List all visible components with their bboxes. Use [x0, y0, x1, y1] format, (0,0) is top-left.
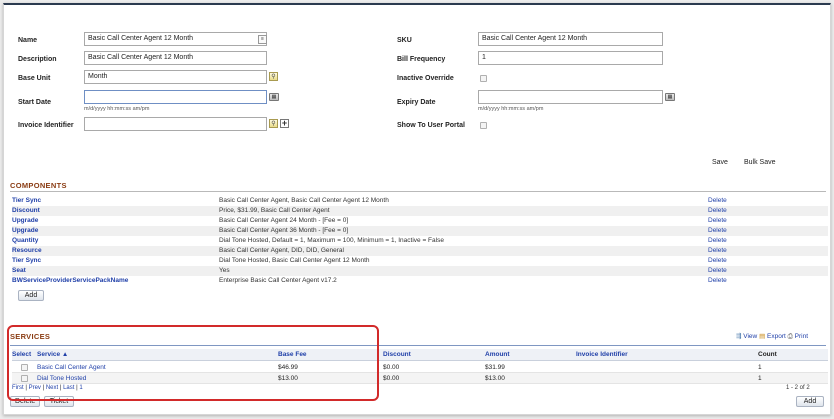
expiry-date-input[interactable] — [478, 90, 663, 104]
service-discount: $0.00 — [383, 375, 400, 382]
component-type-link[interactable]: Discount — [12, 206, 40, 216]
calendar-icon[interactable]: ▦ — [665, 93, 675, 101]
component-type-link[interactable]: Resource — [12, 246, 42, 256]
component-row: Discount Price, $31.99, Basic Call Cente… — [12, 206, 828, 216]
component-detail: Dial Tone Hosted, Basic Call Center Agen… — [219, 257, 370, 264]
column-header-amount[interactable]: Amount — [485, 350, 510, 360]
save-button[interactable]: Save — [708, 158, 732, 169]
component-detail: Yes — [219, 267, 230, 274]
add-service-button[interactable]: Add — [796, 396, 824, 407]
column-header-invoice-identifier[interactable]: Invoice Identifier — [576, 350, 628, 360]
bill-frequency-label: Bill Frequency — [397, 56, 446, 63]
component-detail: Basic Call Center Agent 36 Month - [Fee … — [219, 227, 349, 234]
component-detail: Dial Tone Hosted, Default = 1, Maximum =… — [219, 237, 444, 244]
show-to-user-portal-label: Show To User Portal — [397, 122, 465, 129]
component-row: Upgrade Basic Call Center Agent 24 Month… — [12, 216, 828, 226]
calendar-icon[interactable]: ▦ — [269, 93, 279, 101]
print-link[interactable]: Print — [795, 333, 808, 340]
service-amount: $31.99 — [485, 364, 505, 371]
component-row: Quantity Dial Tone Hosted, Default = 1, … — [12, 236, 828, 246]
component-type-link[interactable]: Seat — [12, 266, 26, 276]
component-type-link[interactable]: Upgrade — [12, 226, 38, 236]
inactive-override-checkbox[interactable] — [480, 75, 487, 82]
component-detail: Price, $31.99, Basic Call Center Agent — [219, 207, 330, 214]
view-link[interactable]: View — [743, 333, 757, 340]
component-row: Tier Sync Basic Call Center Agent, Basic… — [12, 196, 828, 206]
add-icon[interactable]: + — [280, 119, 289, 128]
services-highlight-box — [7, 325, 379, 401]
components-divider — [10, 191, 826, 192]
component-delete-link[interactable]: Delete — [708, 206, 727, 216]
inactive-override-label: Inactive Override — [397, 75, 454, 82]
component-type-link[interactable]: Tier Sync — [12, 196, 41, 206]
invoice-identifier-input[interactable] — [84, 117, 267, 131]
component-delete-link[interactable]: Delete — [708, 196, 727, 206]
services-toolbar: ⇶ View ▤ Export ⎙ Print — [736, 332, 808, 341]
component-detail: Enterprise Basic Call Center Agent v17.2 — [219, 277, 337, 284]
component-type-link[interactable]: Tier Sync — [12, 256, 41, 266]
service-discount: $0.00 — [383, 364, 400, 371]
export-link[interactable]: Export — [767, 333, 786, 340]
start-date-label: Start Date — [18, 99, 52, 106]
expiry-date-format-hint: m/d/yyyy hh:mm:ss am/pm — [478, 106, 544, 112]
invoice-identifier-label: Invoice Identifier — [18, 122, 74, 129]
component-delete-link[interactable]: Delete — [708, 256, 727, 266]
description-label: Description — [18, 56, 57, 63]
component-type-link[interactable]: Quantity — [12, 236, 38, 246]
show-to-user-portal-checkbox[interactable] — [480, 122, 487, 129]
component-row: Upgrade Basic Call Center Agent 36 Month… — [12, 226, 828, 236]
view-icon[interactable]: ⇶ — [736, 333, 741, 340]
component-detail: Basic Call Center Agent, Basic Call Cent… — [219, 197, 389, 204]
bulk-save-button[interactable]: Bulk Save — [740, 158, 780, 169]
service-count: 1 — [758, 364, 762, 371]
component-delete-link[interactable]: Delete — [708, 266, 727, 276]
name-input[interactable]: Basic Call Center Agent 12 Month — [84, 32, 267, 46]
service-amount: $13.00 — [485, 375, 505, 382]
column-header-count: Count — [758, 351, 777, 358]
services-range-text: 1 - 2 of 2 — [786, 385, 810, 391]
description-input[interactable]: Basic Call Center Agent 12 Month — [84, 51, 267, 65]
base-unit-input[interactable]: Month — [84, 70, 267, 84]
component-type-link[interactable]: Upgrade — [12, 216, 38, 226]
component-type-link[interactable]: BWServiceProviderServicePackName — [12, 276, 128, 286]
column-header-discount[interactable]: Discount — [383, 350, 411, 360]
components-section-title: COMPONENTS — [10, 181, 67, 190]
sku-input[interactable]: Basic Call Center Agent 12 Month — [478, 32, 663, 46]
component-detail: Basic Call Center Agent 24 Month - [Fee … — [219, 217, 349, 224]
name-label: Name — [18, 37, 38, 44]
print-icon[interactable]: ⎙ — [788, 333, 793, 340]
start-date-input[interactable] — [84, 90, 267, 104]
component-delete-link[interactable]: Delete — [708, 236, 727, 246]
start-date-format-hint: m/d/yyyy hh:mm:ss am/pm — [84, 106, 150, 112]
lookup-icon[interactable]: ⚲ — [269, 119, 278, 128]
component-row: Resource Basic Call Center Agent, DID, D… — [12, 246, 828, 256]
lookup-icon[interactable]: ⚲ — [269, 72, 278, 81]
sku-label: SKU — [397, 37, 412, 44]
base-unit-label: Base Unit — [18, 75, 51, 82]
component-row: Tier Sync Dial Tone Hosted, Basic Call C… — [12, 256, 828, 266]
component-delete-link[interactable]: Delete — [708, 246, 727, 256]
component-delete-link[interactable]: Delete — [708, 276, 727, 286]
service-count: 1 — [758, 375, 762, 382]
component-delete-link[interactable]: Delete — [708, 226, 727, 236]
component-row: BWServiceProviderServicePackName Enterpr… — [12, 276, 828, 286]
component-delete-link[interactable]: Delete — [708, 216, 727, 226]
product-edit-panel: Name Basic Call Center Agent 12 Month ≡ … — [3, 3, 831, 415]
bill-frequency-input[interactable]: 1 — [478, 51, 663, 65]
export-icon[interactable]: ▤ — [759, 333, 765, 340]
notepad-icon[interactable]: ≡ — [258, 35, 267, 44]
component-row: Seat Yes Delete — [12, 266, 828, 276]
component-detail: Basic Call Center Agent, DID, DID, Gener… — [219, 247, 344, 254]
expiry-date-label: Expiry Date — [397, 99, 436, 106]
add-component-button[interactable]: Add — [18, 290, 44, 301]
